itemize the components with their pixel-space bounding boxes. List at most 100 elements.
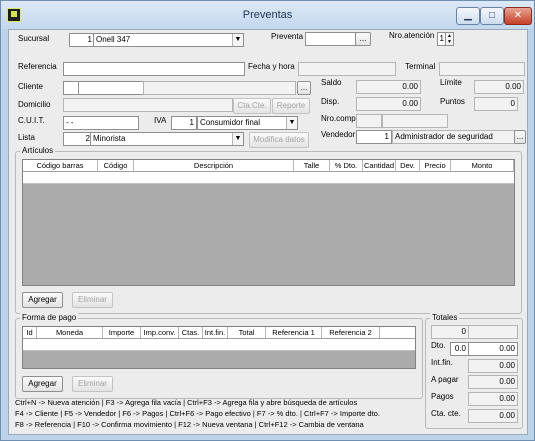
- col-codigo[interactable]: Código: [98, 160, 134, 171]
- cta-cte-field: 0.00: [468, 409, 518, 423]
- table-row[interactable]: [23, 339, 415, 351]
- referencia-field[interactable]: [63, 62, 245, 76]
- nro-atencion-label: Nro.atención: [389, 31, 435, 40]
- pago-eliminar-button[interactable]: Eliminar: [72, 376, 113, 392]
- col-total[interactable]: Total: [228, 327, 266, 338]
- col-ctas[interactable]: Ctas.: [179, 327, 203, 338]
- vendedor-search-button[interactable]: ...: [514, 130, 526, 144]
- col-moneda[interactable]: Moneda: [37, 327, 103, 338]
- title-bar[interactable]: Preventas ▁ □ ✕: [1, 1, 534, 29]
- vendedor-number-field[interactable]: 1: [356, 130, 392, 144]
- sucursal-select[interactable]: Onell 347 ▼: [93, 33, 244, 47]
- dto-amount-field[interactable]: 0.00: [468, 342, 518, 356]
- chevron-down-icon[interactable]: ▼: [232, 133, 243, 145]
- disp-field: 0.00: [356, 97, 421, 111]
- lista-number-field[interactable]: 2: [63, 132, 93, 146]
- domicilio-field: [63, 98, 233, 112]
- referencia-label: Referencia: [18, 62, 57, 71]
- cliente-search-button[interactable]: ...: [297, 81, 311, 95]
- col-precio[interactable]: Precio: [420, 160, 451, 171]
- int-fin-field: 0.00: [468, 359, 518, 373]
- chevron-down-icon[interactable]: ▼: [232, 34, 243, 46]
- totales-group: Totales 0 Dto. 0.0 0.00 Int.fin. 0.00 A …: [425, 313, 523, 429]
- puntos-label: Puntos: [440, 97, 465, 106]
- subtotal-field: 0: [431, 325, 469, 339]
- pago-agregar-button[interactable]: Agregar: [22, 376, 63, 392]
- int-fin-label: Int.fin.: [431, 358, 453, 367]
- col-referencia-2[interactable]: Referencia 2: [322, 327, 380, 338]
- preventa-label: Preventa: [271, 32, 304, 41]
- cuit-field[interactable]: - -: [63, 116, 139, 130]
- shortcuts-line-3: F8 -> Referencia | F10 -> Confirma movim…: [15, 420, 364, 429]
- nro-comp-prefix-field: [356, 114, 382, 128]
- saldo-field: 0.00: [356, 80, 421, 94]
- chevron-down-icon[interactable]: ▼: [286, 117, 297, 129]
- pagos-label: Pagos: [431, 392, 454, 401]
- sucursal-label: Sucursal: [18, 34, 50, 43]
- col-importe[interactable]: Importe: [103, 327, 141, 338]
- puntos-field: 0: [474, 97, 518, 111]
- modifica-datos-button[interactable]: Modifica datos: [249, 132, 309, 148]
- pago-header: Id Moneda Importe Imp.conv. Ctas. Int.fi…: [23, 327, 415, 339]
- iva-number-field[interactable]: 1: [171, 116, 197, 130]
- vendedor-label: Vendedor: [321, 130, 356, 139]
- sucursal-name: Onell 347: [96, 35, 131, 44]
- col-referencia-1[interactable]: Referencia 1: [266, 327, 322, 338]
- nro-atencion-spinner[interactable]: ▲ ▼: [445, 32, 454, 46]
- fecha-hora-field[interactable]: [298, 62, 396, 76]
- col-descripcion[interactable]: Descripción: [134, 160, 294, 171]
- minimize-button[interactable]: ▁: [456, 7, 480, 25]
- col-int-fin[interactable]: Int.fin.: [203, 327, 228, 338]
- preventa-field[interactable]: [305, 32, 356, 46]
- lista-label: Lista: [18, 133, 35, 142]
- sucursal-number-field[interactable]: 1: [69, 33, 95, 47]
- limite-label: Límite: [440, 78, 462, 87]
- articulos-title: Artículos: [20, 146, 56, 155]
- iva-select[interactable]: Consumidor final ▼: [197, 116, 298, 130]
- cta-cte-label: Cta. cte.: [431, 409, 461, 418]
- table-row[interactable]: [23, 172, 514, 184]
- vendedor-name-field: Administrador de seguridad: [392, 130, 515, 144]
- fecha-hora-label: Fecha y hora: [248, 62, 295, 71]
- col-dto[interactable]: % Dto.: [330, 160, 363, 171]
- col-dev[interactable]: Dev.: [396, 160, 420, 171]
- reporte-button[interactable]: Reporte: [272, 98, 310, 114]
- articulos-eliminar-button[interactable]: Eliminar: [72, 292, 113, 308]
- iva-label: IVA: [154, 116, 167, 125]
- articulos-agregar-button[interactable]: Agregar: [22, 292, 63, 308]
- pago-grid[interactable]: Id Moneda Importe Imp.conv. Ctas. Int.fi…: [22, 326, 416, 369]
- cliente-id-field[interactable]: [78, 81, 146, 95]
- col-codigo-barras[interactable]: Código barras: [23, 160, 98, 171]
- disp-label: Disp.: [321, 97, 340, 106]
- col-imp-conv[interactable]: Imp.conv.: [141, 327, 179, 338]
- a-pagar-field: 0.00: [468, 375, 518, 389]
- dto-percent-field[interactable]: 0.0: [450, 342, 469, 356]
- terminal-label: Terminal: [405, 62, 436, 71]
- cliente-name-field: [143, 81, 296, 95]
- maximize-button[interactable]: □: [480, 7, 504, 25]
- col-id[interactable]: Id: [23, 327, 37, 338]
- subtotal-amount-field: [468, 325, 518, 339]
- col-talle[interactable]: Talle: [294, 160, 330, 171]
- col-monto[interactable]: Monto: [451, 160, 514, 171]
- client-area: Sucursal 1 Onell 347 ▼ Preventa ... Nro.…: [8, 29, 528, 435]
- articulos-header: Código barras Código Descripción Talle %…: [23, 160, 514, 172]
- col-cantidad[interactable]: Cantidad: [363, 160, 396, 171]
- domicilio-label: Domicilio: [18, 100, 51, 109]
- preventas-window: Preventas ▁ □ ✕ Sucursal 1 Onell 347 ▼ P…: [0, 0, 535, 441]
- cuit-label: C.U.I.T.: [18, 116, 45, 125]
- terminal-field: [439, 62, 525, 76]
- cliente-code-field[interactable]: [63, 81, 79, 95]
- totales-title: Totales: [430, 313, 460, 322]
- lista-name: Minorista: [93, 134, 126, 143]
- close-button[interactable]: ✕: [504, 7, 532, 25]
- cta-cte-button[interactable]: Cta.Cte.: [233, 98, 271, 114]
- a-pagar-label: A pagar: [431, 375, 459, 384]
- iva-name: Consumidor final: [200, 118, 261, 127]
- articulos-grid[interactable]: Código barras Código Descripción Talle %…: [22, 159, 515, 286]
- dto-label: Dto.: [431, 341, 446, 350]
- preventa-search-button[interactable]: ...: [355, 32, 371, 46]
- lista-select[interactable]: Minorista ▼: [90, 132, 244, 146]
- forma-pago-title: Forma de pago: [20, 313, 79, 322]
- pagos-field: 0.00: [468, 392, 518, 406]
